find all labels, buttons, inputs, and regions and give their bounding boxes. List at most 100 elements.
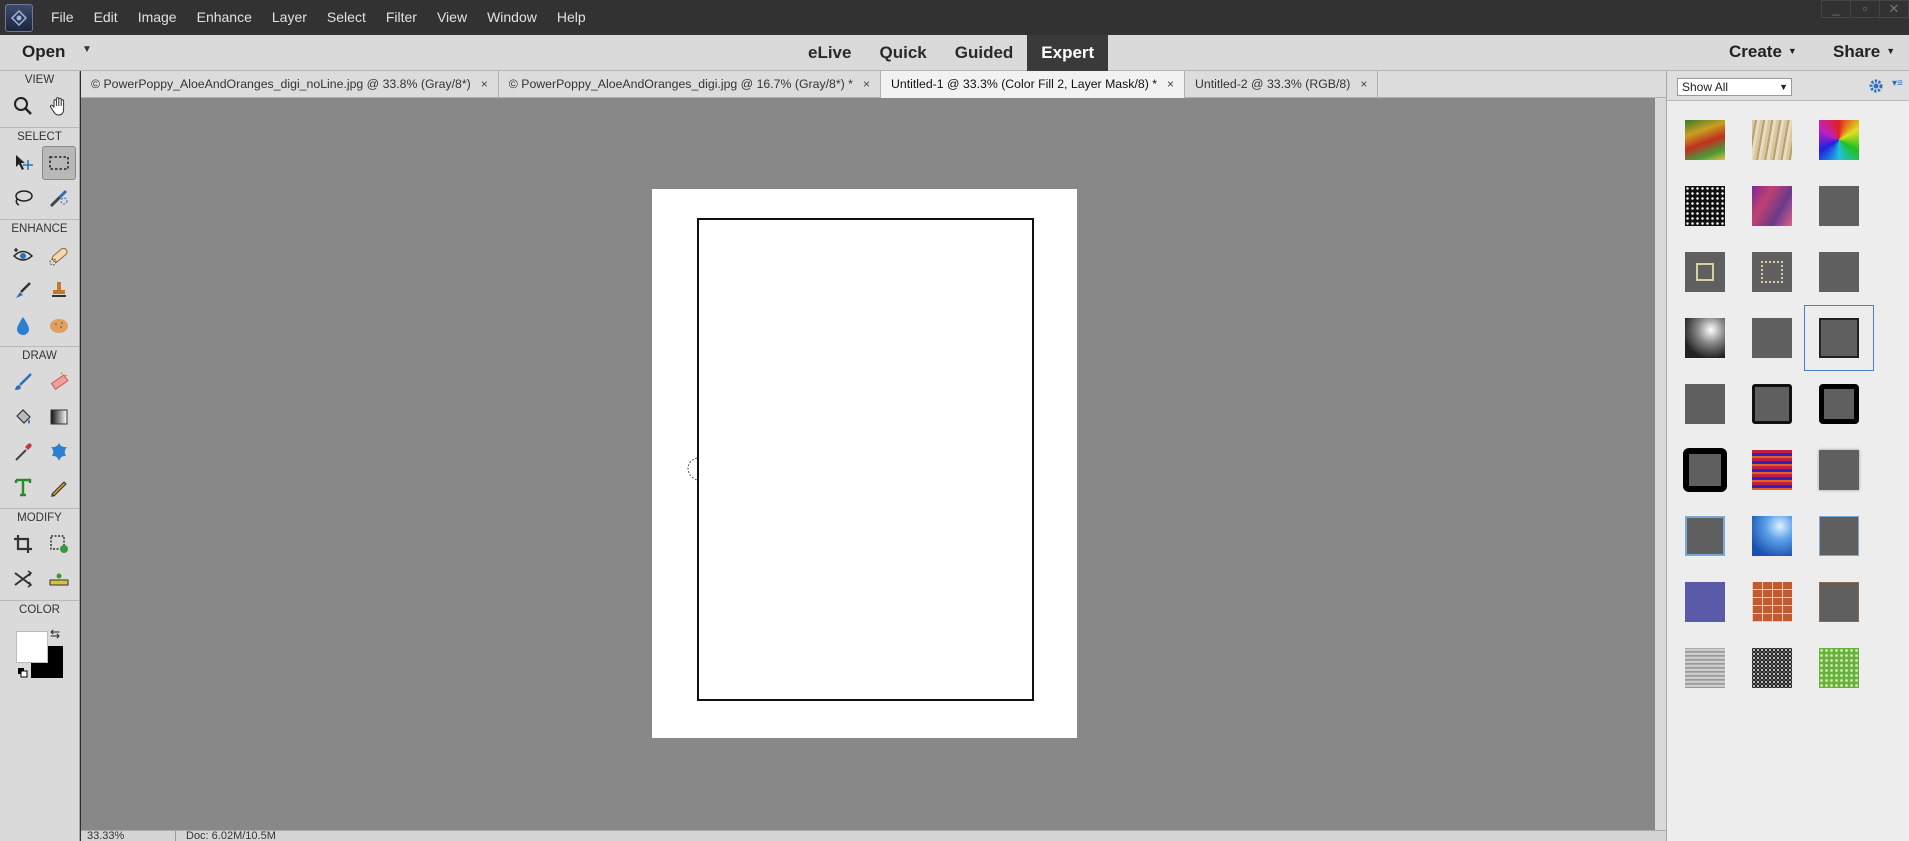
eraser-tool-icon[interactable] [42,365,76,399]
menu-image[interactable]: Image [128,0,187,35]
foreground-color-swatch[interactable] [16,631,48,663]
style-swatch-dark-granite[interactable] [1737,635,1807,701]
lasso-tool-icon[interactable] [6,181,40,215]
gear-icon[interactable] [1867,77,1885,95]
section-label-enhance: ENHANCE [11,223,68,235]
style-swatch-black-thick-border[interactable] [1804,371,1874,437]
style-swatch-blue-shine[interactable] [1737,503,1807,569]
close-icon[interactable]: × [1167,71,1174,98]
document-size-readout: Doc: 6.02M/10.5M [175,831,325,841]
close-window-button[interactable]: ✕ [1879,0,1909,18]
straighten-tool-icon[interactable] [42,562,76,596]
gradient-tool-icon[interactable] [42,400,76,434]
custom-shape-tool-icon[interactable] [42,435,76,469]
minimize-button[interactable]: _ [1821,0,1851,18]
style-swatch-plain-gray[interactable] [1670,371,1740,437]
swatch-thumbnail [1685,186,1725,226]
zoom-readout[interactable]: 33.33% [87,831,124,841]
document-canvas[interactable] [652,189,1077,738]
swap-colors-icon[interactable]: ⇆ [50,627,60,641]
eyedropper-tool-icon[interactable] [6,435,40,469]
menu-filter[interactable]: Filter [376,0,427,35]
style-swatch-gray-dotted-square[interactable] [1737,239,1807,305]
doc-tab-aloe-digi[interactable]: © PowerPoppy_AloeAndOranges_digi.jpg @ 1… [499,71,881,98]
style-swatch-gray-inner-border[interactable] [1804,305,1874,371]
zoom-tool-icon[interactable] [6,89,40,123]
section-label-color: COLOR [19,604,60,616]
open-dropdown-caret-icon[interactable]: ▼ [82,44,92,55]
swatch-thumbnail [1685,648,1725,688]
crop-tool-icon[interactable] [6,527,40,561]
style-swatch-rainbow-burst[interactable] [1804,107,1874,173]
style-swatch-brushed-metal[interactable] [1670,635,1740,701]
panel-menu-icon[interactable]: ▾≡ [1892,78,1903,89]
style-swatch-black-speckle[interactable] [1670,173,1740,239]
share-label: Share [1833,42,1881,61]
style-swatch-rainbow-smear[interactable] [1670,107,1740,173]
menu-help[interactable]: Help [547,0,596,35]
menu-view[interactable]: View [427,0,477,35]
close-icon[interactable]: × [863,71,870,98]
style-swatch-blue-gray-border[interactable] [1670,503,1740,569]
menu-select[interactable]: Select [317,0,376,35]
pencil-tool-icon[interactable] [42,470,76,504]
doc-tab-aloe-noline[interactable]: © PowerPoppy_AloeAndOranges_digi_noLine.… [81,71,499,98]
reset-colors-icon[interactable] [18,668,28,678]
content-aware-move-tool-icon[interactable] [6,562,40,596]
vertical-scrollbar[interactable] [1655,98,1666,830]
mode-tab-quick[interactable]: Quick [865,35,940,71]
app-logo-icon[interactable] [5,3,33,32]
style-swatch-gold-texture[interactable] [1737,107,1807,173]
spot-healing-tool-icon[interactable] [42,238,76,272]
doc-tab-untitled-2[interactable]: Untitled-2 @ 33.3% (RGB/8) × [1185,71,1379,98]
menu-enhance[interactable]: Enhance [187,0,262,35]
swatch-thumbnail [1685,516,1725,556]
style-swatch-brick-texture[interactable] [1737,569,1807,635]
style-swatch-plain-gray[interactable] [1804,173,1874,239]
clone-stamp-tool-icon[interactable] [42,273,76,307]
recompose-tool-icon[interactable] [42,527,76,561]
blur-tool-icon[interactable] [6,308,40,342]
style-swatch-soft-glow[interactable] [1670,305,1740,371]
canvas-workspace[interactable] [81,98,1655,830]
rectangular-marquee-tool-icon[interactable] [42,146,76,180]
mode-tab-elive[interactable]: eLive [794,35,865,71]
style-swatch-brown-border[interactable] [1804,569,1874,635]
mode-tab-guided[interactable]: Guided [941,35,1028,71]
create-button[interactable]: Create ▼ [1729,42,1797,62]
red-eye-tool-icon[interactable] [6,238,40,272]
paint-bucket-tool-icon[interactable] [6,400,40,434]
quick-selection-tool-icon[interactable] [42,181,76,215]
hand-tool-icon[interactable] [42,89,76,123]
mode-tabs: eLive Quick Guided Expert [794,35,1109,71]
type-tool-icon[interactable] [6,470,40,504]
doc-tab-untitled-1[interactable]: Untitled-1 @ 33.3% (Color Fill 2, Layer … [880,71,1186,98]
style-swatch-green-dots[interactable] [1804,635,1874,701]
close-icon[interactable]: × [481,71,488,98]
style-swatch-gray-outline-square[interactable] [1670,239,1740,305]
move-tool-icon[interactable] [6,146,40,180]
menu-file[interactable]: File [41,0,84,35]
style-swatch-plain-gray[interactable] [1804,239,1874,305]
menu-edit[interactable]: Edit [84,0,128,35]
maximize-button[interactable]: ▫ [1850,0,1880,18]
sponge-tool-icon[interactable] [42,308,76,342]
filter-select[interactable]: Show All ▼ [1677,78,1792,96]
close-icon[interactable]: × [1360,71,1367,98]
style-swatch-purple-marble[interactable] [1737,173,1807,239]
open-button[interactable]: Open [22,42,65,62]
style-swatch-black-thin-border[interactable] [1737,371,1807,437]
style-swatch-purple-blue[interactable] [1670,569,1740,635]
style-swatch-blue-outline[interactable] [1804,503,1874,569]
brush-tool-icon[interactable] [6,365,40,399]
style-swatch-plain-gray[interactable] [1737,305,1807,371]
style-swatch-gray-soft-border[interactable] [1804,437,1874,503]
menu-window[interactable]: Window [477,0,547,35]
mode-tab-expert[interactable]: Expert [1027,35,1109,71]
menu-layer[interactable]: Layer [262,0,317,35]
smart-brush-tool-icon[interactable] [6,273,40,307]
swatch-thumbnail [1683,448,1727,492]
style-swatch-black-round-thick-border[interactable] [1670,437,1740,503]
share-button[interactable]: Share ▼ [1833,42,1895,62]
style-swatch-rainbow-stripes[interactable] [1737,437,1807,503]
